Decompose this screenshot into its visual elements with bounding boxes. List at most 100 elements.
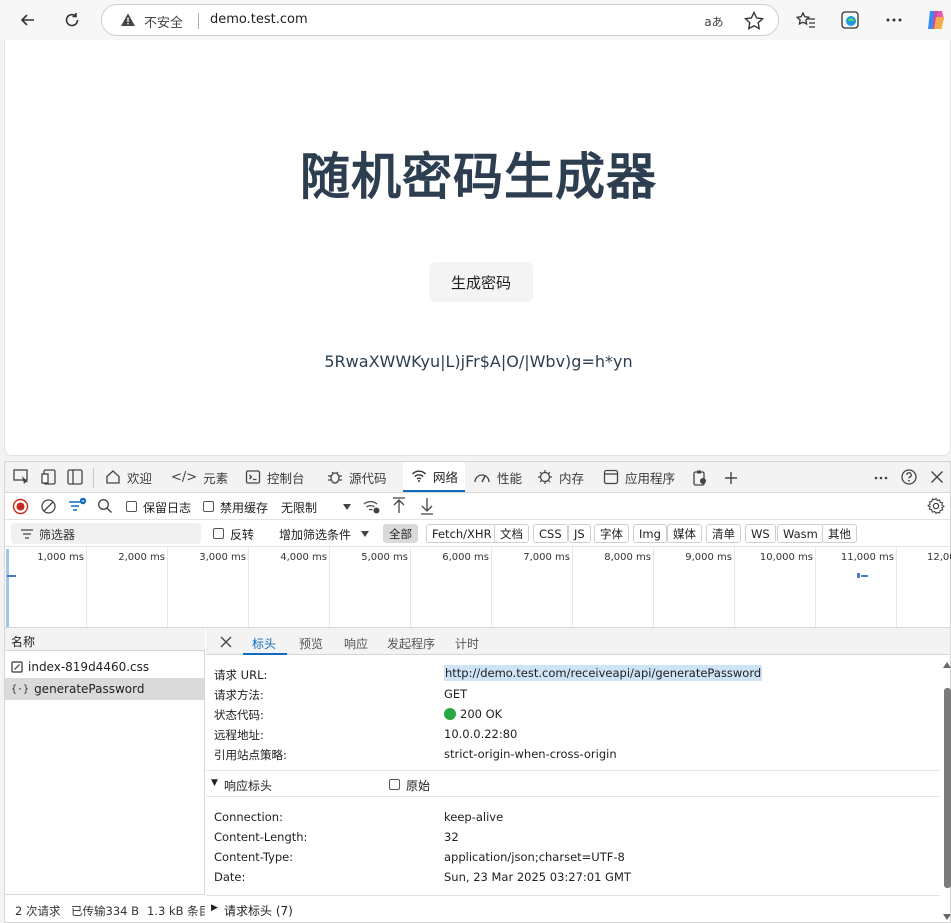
import-har-icon[interactable] [392, 497, 406, 515]
request-headers-section-header[interactable]: ▶ 请求标头 (7) [206, 895, 940, 922]
filter-chip-js[interactable]: JS [568, 524, 591, 543]
filter-toggle-icon[interactable] [68, 497, 88, 515]
tab-network[interactable]: 网络 [403, 462, 465, 492]
header-value[interactable]: 32 [444, 830, 459, 844]
status-ok-dot-icon [444, 708, 456, 720]
network-conditions-icon[interactable] [363, 498, 381, 515]
request-list-header[interactable]: 名称 [5, 628, 205, 651]
clipboard-tool-icon[interactable] [691, 469, 709, 487]
tab-console[interactable]: 控制台 [245, 462, 319, 492]
timeline-gridline [329, 547, 330, 627]
request-url-key: 请求 URL: [214, 668, 268, 682]
tab-memory[interactable]: 内存 [537, 462, 595, 492]
insecure-label[interactable]: 不安全 [144, 12, 183, 31]
dock-panel-icon[interactable] [67, 469, 85, 485]
page-viewport: 随机密码生成器 生成密码 5RwaXWWKyu|L)jFr$A|O/|Wbv)g… [4, 40, 951, 456]
header-value[interactable]: keep-alive [444, 810, 503, 824]
raw-headers-label[interactable]: 原始 [406, 777, 430, 794]
search-icon[interactable] [97, 498, 113, 514]
inspect-element-icon[interactable] [13, 469, 31, 485]
filter-chip-other[interactable]: 其他 [822, 524, 857, 543]
request-url-value[interactable]: http://demo.test.com/receiveapi/api/gene… [444, 665, 763, 681]
filter-chip-manifest[interactable]: 清单 [706, 524, 741, 543]
bug-icon [328, 471, 342, 484]
read-aloud-icon[interactable]: aあ [702, 9, 726, 33]
disable-cache-checkbox[interactable] [203, 501, 214, 512]
invert-checkbox[interactable] [213, 528, 224, 539]
tab-sources[interactable]: 源代码 [327, 462, 401, 492]
export-har-icon[interactable] [420, 497, 434, 515]
edge-collections-button[interactable] [834, 4, 866, 36]
header-value[interactable]: Sun, 23 Mar 2025 03:27:01 GMT [444, 870, 631, 884]
timeline-tick-label: 8,000 ms [604, 552, 651, 563]
favorites-list-icon [796, 11, 815, 28]
detail-tab-initiator[interactable]: 发起程序 [387, 635, 435, 652]
throttle-select[interactable]: 无限制 [281, 499, 317, 516]
scroll-up-arrow-icon[interactable] [943, 662, 951, 668]
help-icon[interactable] [900, 468, 918, 486]
device-emulation-icon[interactable] [41, 469, 59, 485]
timeline-tick-label: 1,000 ms [37, 552, 84, 563]
filter-chip-ws[interactable]: WS [745, 524, 776, 543]
status-code-value[interactable]: 200 OK [460, 707, 502, 721]
more-tools-icon[interactable] [873, 470, 889, 486]
name-column-header[interactable]: 名称 [11, 633, 35, 650]
tab-performance[interactable]: 性能 [473, 462, 531, 492]
filter-chip-fetch-xhr[interactable]: Fetch/XHR [426, 524, 498, 543]
close-detail-icon[interactable] [219, 635, 233, 649]
chevron-down-icon[interactable] [342, 503, 352, 511]
preserve-log-checkbox[interactable] [126, 501, 137, 512]
add-tab-icon[interactable] [723, 470, 739, 486]
tab-elements[interactable]: </> 元素 [171, 462, 235, 492]
back-button[interactable] [12, 4, 44, 36]
timeline-overview[interactable]: 1,000 ms 2,000 ms 3,000 ms 4,000 ms 5,00… [5, 547, 951, 628]
settings-gear-icon[interactable] [927, 497, 945, 515]
detail-tab-timing[interactable]: 计时 [455, 635, 479, 652]
detail-scrollbar-thumb[interactable] [944, 688, 951, 888]
header-value[interactable]: application/json;charset=UTF-8 [444, 850, 625, 864]
timeline-gridline [167, 547, 168, 627]
filter-chip-img[interactable]: Img [633, 524, 667, 543]
copilot-button[interactable] [920, 4, 951, 36]
warning-icon[interactable] [120, 12, 136, 28]
invert-label[interactable]: 反转 [230, 526, 254, 543]
disable-cache-label[interactable]: 禁用缓存 [220, 499, 268, 516]
filter-chip-css[interactable]: CSS [533, 524, 568, 543]
detail-tab-preview[interactable]: 预览 [299, 635, 323, 652]
request-row-selected[interactable]: {·} generatePassword [5, 678, 204, 700]
scroll-down-arrow-icon[interactable] [943, 914, 951, 920]
filter-chip-all[interactable]: 全部 [383, 524, 418, 543]
url-text[interactable]: demo.test.com [210, 12, 308, 27]
timeline-tick-label: 10,000 ms [759, 552, 813, 563]
favorites-button[interactable] [790, 4, 822, 36]
network-status-bar: 2 次请求 已传输334 B 1.3 kB 条目 [5, 894, 205, 922]
reload-button[interactable] [56, 4, 88, 36]
preserve-log-label[interactable]: 保留日志 [143, 499, 191, 516]
referrer-policy-value[interactable]: strict-origin-when-cross-origin [444, 747, 617, 761]
filter-chip-font[interactable]: 字体 [594, 524, 629, 543]
clear-icon[interactable] [40, 498, 57, 515]
generate-password-button[interactable]: 生成密码 [429, 262, 533, 302]
more-menu-button[interactable] [878, 4, 910, 36]
address-bar[interactable]: 不安全 demo.test.com aあ [101, 4, 779, 36]
favorite-star-icon[interactable] [742, 9, 766, 33]
timeline-range-handle[interactable] [6, 549, 9, 627]
filter-input[interactable]: 筛选器 [11, 523, 201, 544]
tab-welcome[interactable]: 欢迎 [105, 462, 163, 492]
tab-application[interactable]: 应用程序 [603, 462, 683, 492]
remote-address-value[interactable]: 10.0.0.22:80 [444, 727, 517, 741]
response-headers-section-header[interactable]: ▼ 响应标头 原始 [206, 770, 940, 797]
timeline-gridline [410, 547, 411, 627]
filter-chip-media[interactable]: 媒体 [667, 524, 702, 543]
more-filters-dropdown[interactable]: 增加筛选条件 [279, 526, 351, 543]
raw-headers-checkbox[interactable] [389, 779, 400, 790]
request-row[interactable]: index-819d4460.css [5, 656, 204, 678]
request-method-value[interactable]: GET [444, 687, 467, 701]
detail-tab-response[interactable]: 响应 [344, 635, 368, 652]
record-icon[interactable] [12, 498, 29, 515]
detail-tab-headers[interactable]: 标头 [243, 628, 287, 655]
close-devtools-icon[interactable] [929, 469, 945, 485]
filter-chip-doc[interactable]: 文档 [494, 524, 529, 543]
filter-chip-wasm[interactable]: Wasm [777, 524, 824, 543]
chevron-down-icon[interactable] [360, 530, 370, 538]
